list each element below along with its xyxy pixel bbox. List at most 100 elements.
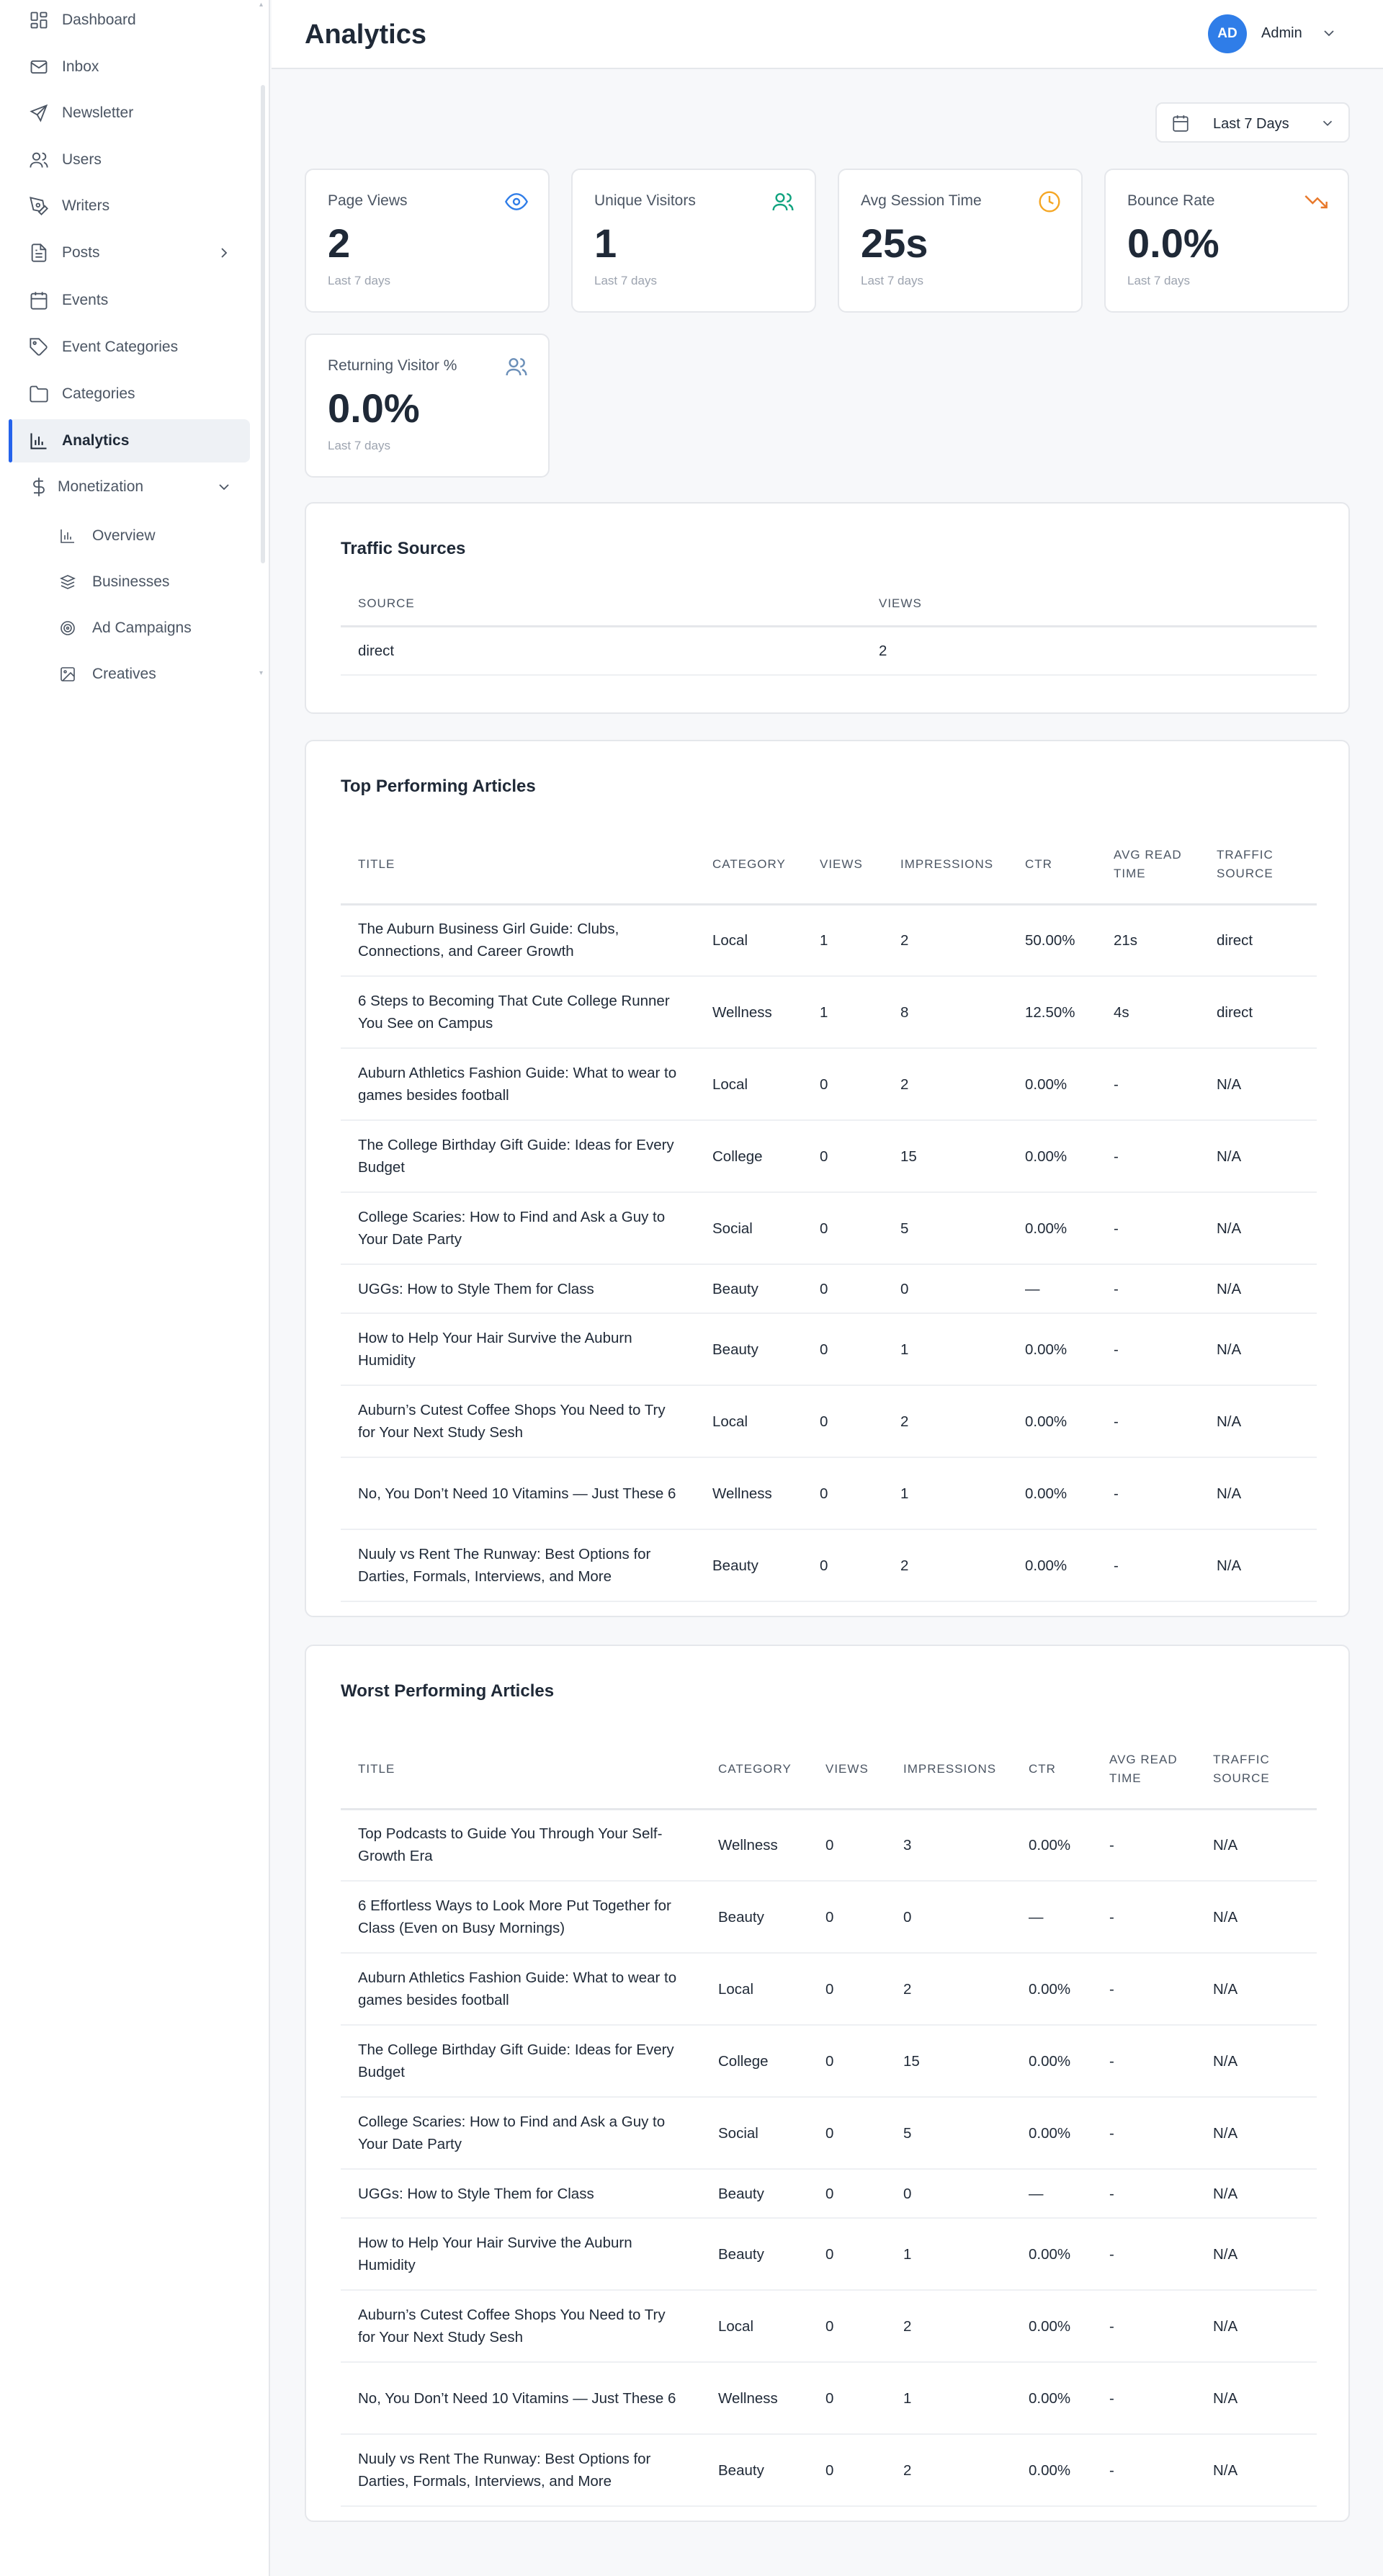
stat-label: Page Views (328, 192, 408, 209)
impressions-cell: 0 (886, 1881, 1011, 1954)
column-header-avg-read-time: Avg Read Time (1096, 826, 1199, 905)
table-row[interactable]: UGGs: How to Style Them for Class Beauty 0… (341, 2169, 1317, 2219)
chevron-down-icon[interactable] (1320, 24, 1338, 42)
table-row[interactable]: College Scaries: How to Find and Ask a G… (341, 2097, 1317, 2170)
table-row[interactable]: Auburn’s Cutest Coffee Shops You Need to… (341, 2290, 1317, 2363)
stat-period: Last 7 days (1127, 274, 1190, 287)
views-cell: 0 (808, 1881, 886, 1954)
table-row[interactable]: Auburn Athletics Fashion Guide: What to … (341, 1048, 1317, 1121)
chevron-right-icon[interactable] (215, 244, 233, 261)
column-header-traffic-source: Traffic Source (1199, 826, 1317, 905)
title-cell[interactable]: Nuuly vs Rent The Runway: Best Options f… (341, 1529, 695, 1602)
sidebar-item-posts[interactable]: Posts (9, 231, 250, 274)
ctr-cell: 0.00% (1008, 1192, 1096, 1265)
views-cell: 0 (808, 1809, 886, 1882)
scroll-up-arrow-icon[interactable]: ▴ (259, 1, 267, 9)
table-row[interactable]: How to Help Your Hair Survive the Auburn… (341, 1313, 1317, 1386)
sidebar-subitem-businesses[interactable]: Businesses (9, 560, 250, 604)
sidebar-item-inbox[interactable]: Inbox (9, 45, 250, 89)
sidebar-item-events[interactable]: Events (9, 279, 250, 322)
title-cell[interactable]: 6 Effortless Ways to Look More Put Toget… (341, 1881, 701, 1954)
table-row[interactable]: The College Birthday Gift Guide: Ideas f… (341, 1120, 1317, 1193)
category-cell: Local (695, 904, 802, 977)
send-icon (29, 103, 49, 123)
table-row[interactable]: 6 Effortless Ways to Look More Put Toget… (341, 1881, 1317, 1954)
table-row[interactable]: Nuuly vs Rent The Runway: Best Options f… (341, 2434, 1317, 2507)
category-cell: College (701, 2025, 808, 2098)
table-row[interactable]: No, You Don’t Need 10 Vitamins — Just Th… (341, 2362, 1317, 2435)
sidebar-item-newsletter[interactable]: Newsletter (9, 91, 250, 135)
category-cell: Beauty (695, 1264, 802, 1314)
date-range-select[interactable]: Last 7 Days (1155, 102, 1350, 143)
title-cell[interactable]: Auburn’s Cutest Coffee Shops You Need to… (341, 2290, 701, 2363)
chevron-down-icon[interactable] (215, 478, 233, 496)
ctr-cell: — (1011, 2169, 1092, 2219)
traffic-source-cell: N/A (1196, 2169, 1317, 2219)
title-cell[interactable]: Auburn Athletics Fashion Guide: What to … (341, 1953, 701, 2026)
sidebar-item-monetization[interactable]: Monetization (9, 465, 250, 509)
title-cell[interactable]: How to Help Your Hair Survive the Auburn… (341, 1313, 695, 1386)
title-cell[interactable]: College Scaries: How to Find and Ask a G… (341, 2097, 701, 2170)
ctr-cell: 50.00% (1008, 904, 1096, 977)
views-cell: 2 (861, 626, 1317, 676)
sidebar-item-dashboard[interactable]: Dashboard (9, 0, 250, 42)
read-time-cell: - (1092, 2362, 1196, 2435)
title-cell[interactable]: UGGs: How to Style Them for Class (341, 2169, 701, 2219)
title-cell[interactable]: No, You Don’t Need 10 Vitamins — Just Th… (341, 1457, 695, 1530)
title-cell[interactable]: The College Birthday Gift Guide: Ideas f… (341, 1120, 695, 1193)
title-cell[interactable]: No, You Don’t Need 10 Vitamins — Just Th… (341, 2362, 701, 2435)
title-cell[interactable]: 6 Steps to Becoming That Cute College Ru… (341, 976, 695, 1049)
views-cell: 1 (802, 904, 883, 977)
title-cell[interactable]: UGGs: How to Style Them for Class (341, 1264, 695, 1314)
column-header-title: Title (341, 1731, 701, 1810)
category-cell: Beauty (701, 1881, 808, 1954)
sidebar-scrollbar[interactable] (261, 85, 265, 563)
stat-card-bounce-rate: Bounce Rate 0.0% Last 7 days (1104, 169, 1349, 313)
title-cell[interactable]: The Auburn Business Girl Guide: Clubs, C… (341, 904, 695, 977)
table-row[interactable]: Nuuly vs Rent The Runway: Best Options f… (341, 1529, 1317, 1602)
stat-label: Bounce Rate (1127, 192, 1215, 209)
impressions-cell: 1 (886, 2362, 1011, 2435)
column-header-views: Views (802, 826, 883, 905)
table-row[interactable]: The Auburn Business Girl Guide: Clubs, C… (341, 904, 1317, 977)
title-cell[interactable]: Nuuly vs Rent The Runway: Best Options f… (341, 2434, 701, 2507)
title-cell[interactable]: Auburn’s Cutest Coffee Shops You Need to… (341, 1385, 695, 1458)
sidebar-subitem-creatives[interactable]: Creatives (9, 653, 250, 696)
sidebar-item-users[interactable]: Users (9, 138, 250, 182)
scroll-down-arrow-icon[interactable]: ▾ (259, 670, 267, 677)
stat-value: 2 (328, 220, 351, 266)
title-cell[interactable]: College Scaries: How to Find and Ask a G… (341, 1192, 695, 1265)
sidebar-subitem-overview[interactable]: Overview (9, 514, 250, 558)
views-cell: 0 (802, 1529, 883, 1602)
read-time-cell: - (1092, 1881, 1196, 1954)
title-cell[interactable]: Auburn Athletics Fashion Guide: What to … (341, 1048, 695, 1121)
sidebar-item-writers[interactable]: Writers (9, 184, 250, 228)
impressions-cell: 1 (883, 1457, 1008, 1530)
sidebar-subitem-ad-campaigns[interactable]: Ad Campaigns (9, 607, 250, 650)
table-row[interactable]: 6 Steps to Becoming That Cute College Ru… (341, 976, 1317, 1049)
sidebar-item-label: Writers (62, 197, 110, 214)
views-cell: 0 (802, 1385, 883, 1458)
table-row[interactable]: How to Help Your Hair Survive the Auburn… (341, 2218, 1317, 2291)
title-cell[interactable]: The College Birthday Gift Guide: Ideas f… (341, 2025, 701, 2098)
table-row[interactable]: College Scaries: How to Find and Ask a G… (341, 1192, 1317, 1265)
title-cell[interactable]: Top Podcasts to Guide You Through Your S… (341, 1809, 701, 1882)
table-row[interactable]: Auburn’s Cutest Coffee Shops You Need to… (341, 1385, 1317, 1458)
table-row[interactable]: UGGs: How to Style Them for Class Beauty 0… (341, 1264, 1317, 1314)
title-cell[interactable]: How to Help Your Hair Survive the Auburn… (341, 2218, 701, 2291)
table-row[interactable]: The College Birthday Gift Guide: Ideas f… (341, 2025, 1317, 2098)
impressions-cell: 2 (886, 1953, 1011, 2026)
avatar[interactable]: AD (1208, 14, 1247, 53)
file-icon (29, 243, 49, 263)
panel-title: Traffic Sources (341, 539, 466, 558)
table-row[interactable]: Top Podcasts to Guide You Through Your S… (341, 1809, 1317, 1882)
sidebar-item-categories[interactable]: Categories (9, 372, 250, 416)
sidebar-item-analytics[interactable]: Analytics (9, 419, 250, 462)
category-cell: Social (701, 2097, 808, 2170)
bar-chart-icon (59, 527, 76, 545)
table-row[interactable]: No, You Don’t Need 10 Vitamins — Just Th… (341, 1457, 1317, 1530)
user-name[interactable]: Admin (1261, 24, 1302, 42)
table-row[interactable]: Auburn Athletics Fashion Guide: What to … (341, 1953, 1317, 2026)
views-cell: 0 (802, 1264, 883, 1314)
sidebar-item-event-categories[interactable]: Event Categories (9, 326, 250, 369)
